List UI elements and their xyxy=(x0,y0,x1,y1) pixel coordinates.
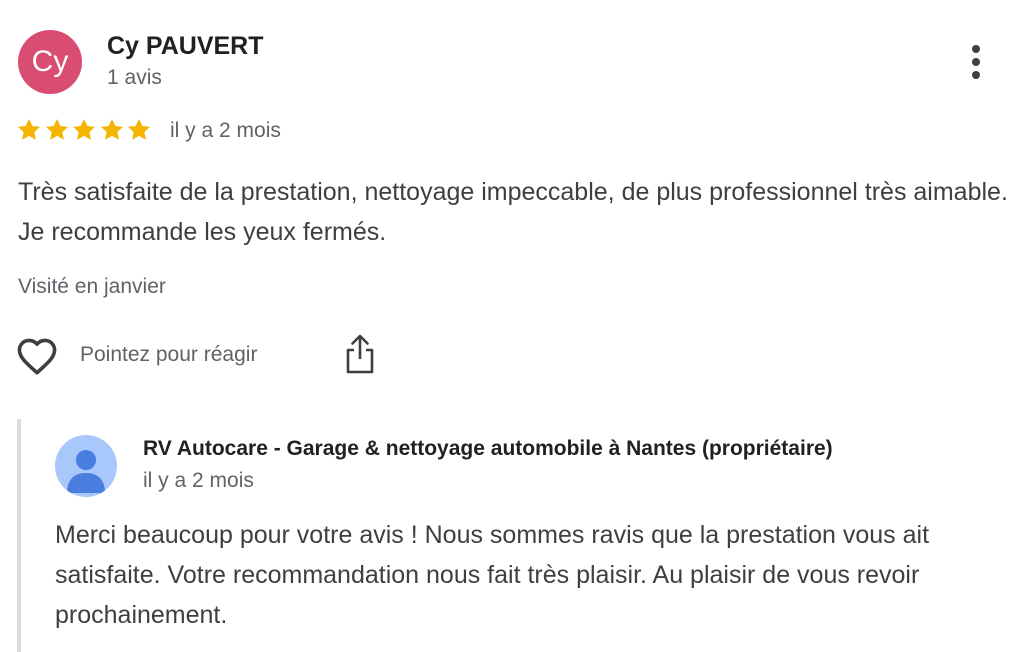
review-text: Très satisfaite de la prestation, nettoy… xyxy=(18,178,1008,246)
share-button[interactable] xyxy=(338,330,382,376)
star-rating xyxy=(16,117,154,147)
more-options-button[interactable] xyxy=(958,40,994,84)
star-icon xyxy=(73,118,96,140)
reply-divider xyxy=(17,419,21,652)
author-avatar[interactable]: Cy xyxy=(18,30,82,94)
star-icon xyxy=(128,118,151,140)
star-icon xyxy=(100,118,123,140)
visited-label: Visité en janvier xyxy=(18,275,166,298)
heart-outline-icon xyxy=(17,338,57,375)
owner-reply-text: Merci beaucoup pour votre avis ! Nous so… xyxy=(55,521,930,629)
share-icon xyxy=(346,334,374,374)
more-vert-icon xyxy=(972,45,980,79)
author-name[interactable]: Cy PAUVERT xyxy=(107,32,264,61)
react-button[interactable]: Pointez pour réagir xyxy=(14,333,257,377)
default-person-avatar-icon xyxy=(67,450,105,493)
author-review-count: 1 avis xyxy=(107,66,162,89)
star-icon xyxy=(45,118,68,140)
review-date: il y a 2 mois xyxy=(170,119,281,142)
react-label: Pointez pour réagir xyxy=(80,343,258,366)
owner-reply-date: il y a 2 mois xyxy=(143,469,254,492)
owner-avatar[interactable] xyxy=(55,435,117,497)
owner-name[interactable]: RV Autocare - Garage & nettoyage automob… xyxy=(143,437,833,461)
star-icon xyxy=(17,118,41,140)
author-initials: Cy xyxy=(31,45,69,78)
